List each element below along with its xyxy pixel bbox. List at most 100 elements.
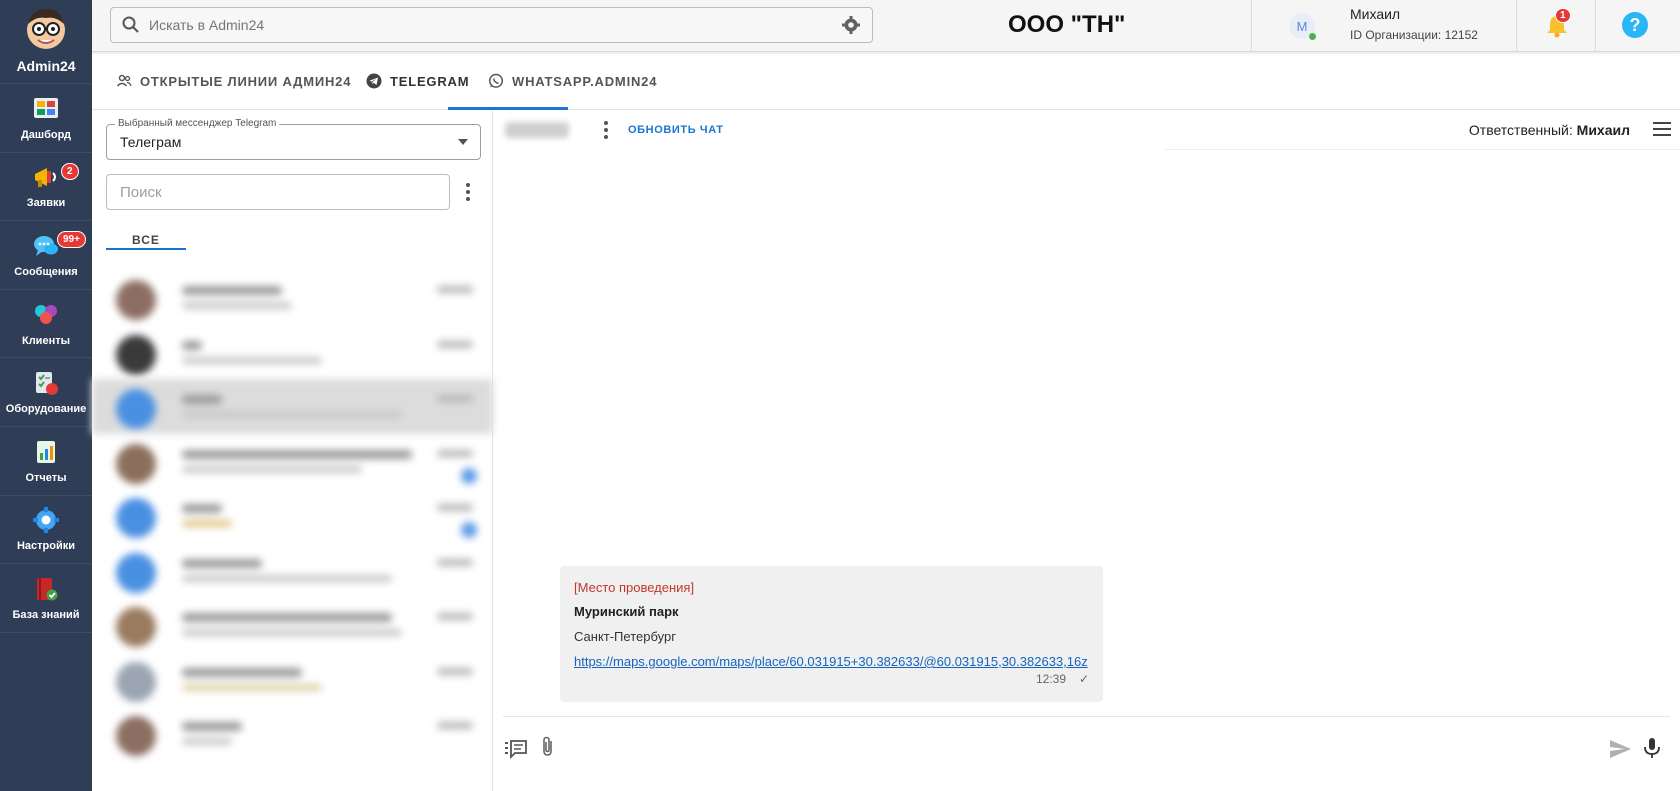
sidebar-item-label: Настройки [16,540,76,553]
organization-id: ID Организации: 12152 [1350,28,1478,42]
sidebar: Admin24 Дашборд 2 Заявки 99+ Сообщения К… [0,0,92,791]
chat-search[interactable] [106,174,450,210]
reports-icon [37,440,55,463]
messages-badge: 99+ [57,231,86,249]
knowledge-book-icon [37,577,58,601]
chat-list-item[interactable] [92,706,493,761]
sidebar-item-label: Дашборд [20,128,72,141]
quick-replies-icon[interactable] [504,736,528,760]
tab-label: ОТКРЫТЫЕ ЛИНИИ АДМИН24 [140,73,352,89]
composer-divider [503,716,1670,717]
help-icon[interactable]: ? [1622,12,1648,38]
tab-telegram[interactable]: TELEGRAM [366,52,469,110]
chat-list-item[interactable] [92,543,493,598]
tab-label: TELEGRAM [390,73,470,89]
caret-down-icon [458,139,468,145]
search-settings-gear-icon[interactable] [841,15,861,35]
brand-name: Admin24 [16,58,76,74]
refresh-chat-button[interactable]: ОБНОВИТЬ ЧАТ [628,124,724,136]
message-map-link[interactable]: https://maps.google.com/maps/place/60.03… [574,654,1088,669]
app-root: Admin24 Дашборд 2 Заявки 99+ Сообщения К… [0,0,1680,791]
topbar-divider [1516,0,1517,52]
admin-mascot-logo-icon [27,8,65,49]
sidebar-item-label: Отчеты [25,471,67,484]
avatar [116,334,156,375]
dashboard-icon [34,97,58,118]
chat-search-input[interactable] [107,175,449,209]
group-icon [116,74,132,87]
chat-list-panel: Выбранный мессенджер Telegram Телеграм В… [92,110,493,791]
sidebar-item-equipment[interactable]: Оборудование [0,358,92,427]
chat-more-icon[interactable] [596,118,616,142]
chat-list-item[interactable] [92,434,493,489]
sidebar-item-dashboard[interactable]: Дашборд [0,84,92,153]
responsible-label: Ответственный: [1468,122,1573,138]
avatar [116,607,156,647]
contact-name-redacted [505,122,569,138]
messenger-tabs: ОТКРЫТЫЕ ЛИНИИ АДМИН24 TELEGRAM WHATSAPP… [92,52,1680,110]
topbar: ООО "ТН" М Михаил ID Организации: 12152 … [92,0,1680,52]
message-venue-city: Санкт-Петербург [574,629,676,644]
sidebar-item-label: Клиенты [21,334,70,347]
chat-list-more-icon[interactable] [458,180,478,204]
sidebar-item-label: Сообщения [14,265,78,278]
search-icon [122,16,139,33]
avatar [116,443,156,484]
whatsapp-icon [488,73,504,88]
attachment-icon[interactable] [536,735,560,759]
megaphone-icon [35,168,56,188]
online-status-dot [1309,33,1316,40]
chat-header: ОБНОВИТЬ ЧАТ Ответственный: Михаил [493,110,1680,150]
chat-list-item[interactable] [92,652,493,707]
chat-list-item[interactable] [92,597,493,652]
global-search[interactable] [110,7,873,43]
microphone-icon[interactable] [1640,736,1664,760]
equipment-icon [36,372,58,396]
brand[interactable]: Admin24 [0,0,92,84]
filter-tab-all[interactable]: ВСЕ [106,220,186,260]
message-bubble: [Место проведения] Муринский парк Санкт-… [560,566,1103,702]
avatar [116,716,156,756]
chat-list-item[interactable] [92,488,493,543]
sidebar-item-messages[interactable]: 99+ Сообщения [0,221,92,290]
avatar [116,552,156,593]
tab-open-lines[interactable]: ОТКРЫТЫЕ ЛИНИИ АДМИН24 [116,52,351,110]
chat-list [92,270,493,761]
chat-list-item-selected[interactable] [92,379,493,434]
telegram-icon [366,73,382,89]
sidebar-item-settings[interactable]: Настройки [0,496,92,565]
message-sent-check-icon: ✓ [1078,672,1089,686]
message-venue-title: Муринский парк [574,604,679,619]
settings-gear-icon [33,507,59,534]
responsible-name: Михаил [1576,122,1630,138]
sidebar-item-label: Заявки [26,197,66,210]
tab-whatsapp[interactable]: WHATSAPP.ADMIN24 [488,52,657,110]
divider [1165,149,1680,150]
avatar [116,661,156,702]
filter-tab-indicator [106,248,186,250]
messenger-select-value: Телеграм [120,134,182,150]
topbar-divider [1595,0,1596,52]
clients-icon [35,304,57,324]
global-search-input[interactable] [141,8,841,42]
sidebar-item-label: Оборудование [5,403,87,416]
sidebar-item-clients[interactable]: Клиенты [0,290,92,359]
message-venue-tag: [Место проведения] [574,580,695,595]
messenger-select[interactable]: Выбранный мессенджер Telegram Телеграм [106,118,481,160]
hamburger-menu-icon[interactable] [1653,122,1671,136]
user-name[interactable]: Михаил [1350,6,1400,22]
sidebar-item-knowledge-base[interactable]: База знаний [0,564,92,633]
send-icon[interactable] [1608,737,1632,761]
messenger-select-label: Выбранный мессенджер Telegram [115,118,280,129]
chat-list-item[interactable] [92,325,493,380]
avatar [116,389,156,429]
sidebar-item-label: База знаний [12,608,80,621]
sidebar-item-reports[interactable]: Отчеты [0,427,92,496]
chat-list-item[interactable] [92,270,493,325]
responsible-agent[interactable]: Ответственный: Михаил [1469,122,1630,138]
avatar [116,280,156,320]
avatar [116,498,156,538]
organization-title: ООО "ТН" [1008,11,1126,38]
sidebar-item-requests[interactable]: 2 Заявки [0,153,92,222]
topbar-divider [1251,0,1252,52]
